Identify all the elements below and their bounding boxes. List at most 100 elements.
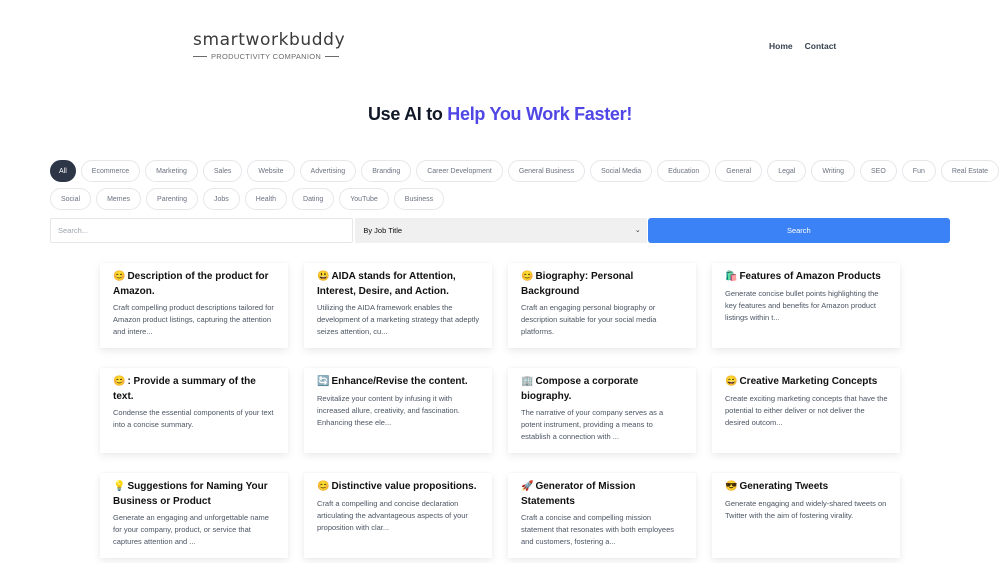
category-chip-social[interactable]: Social — [50, 188, 92, 210]
card-title: 🏢 Compose a corporate biography. — [521, 375, 684, 404]
filter-select-value: By Job Title — [363, 226, 403, 235]
category-row: All Ecommerce Marketing Sales Website Adverti… — [50, 160, 1000, 182]
card-description: Generate an engaging and unforgettable n… — [113, 513, 269, 546]
category-chip-career-development[interactable]: Career Development — [416, 160, 503, 182]
category-chip-advertising[interactable]: Advertising — [299, 160, 357, 182]
office-building-icon: 🏢 — [521, 376, 534, 387]
filter-select[interactable]: By Job Title ⌄ — [355, 218, 647, 243]
hero-accent: Help You Work Faster! — [447, 104, 633, 124]
smile-icon: 😊 — [521, 271, 534, 282]
card-title-text: Generator of Mission Statements — [521, 481, 636, 507]
card-title: 😊: Provide a summary of the text. — [113, 375, 276, 404]
card-description: Craft an engaging personal biography or … — [521, 303, 657, 336]
card-title-text: Compose a corporate biography. — [521, 376, 639, 402]
card-title: 😃 AIDA stands for Attention, Interest, De… — [317, 270, 480, 299]
card-description: Craft a concise and compelling mission s… — [521, 513, 675, 546]
category-chip-business[interactable]: Business — [393, 188, 445, 210]
card-title: 😎 Generating Tweets — [725, 480, 888, 495]
refresh-icon: 🔄 — [317, 376, 330, 387]
category-chip-general[interactable]: General — [715, 160, 763, 182]
prompt-card[interactable]: 🛍️ Features of Amazon Products Generate co… — [712, 263, 900, 348]
category-chip-jobs[interactable]: Jobs — [203, 188, 240, 210]
category-chip-parenting[interactable]: Parenting — [146, 188, 198, 210]
category-chip-seo[interactable]: SEO — [860, 160, 897, 182]
prompt-card[interactable]: 😊 Description of the product for Amazon. C… — [100, 263, 288, 348]
prompt-card-grid: 😊 Description of the product for Amazon. C… — [100, 263, 900, 558]
card-title: 😊 Description of the product for Amazon. — [113, 270, 276, 299]
category-chip-all[interactable]: All — [50, 160, 76, 182]
card-title-text: Description of the product for Amazon. — [113, 271, 269, 297]
card-title: 😊 Distinctive value propositions. — [317, 480, 480, 495]
grin-icon: 😃 — [317, 271, 330, 282]
category-chip-general-business[interactable]: General Business — [507, 160, 586, 182]
search-input[interactable] — [50, 218, 354, 243]
hero-prefix: Use AI to — [367, 104, 448, 124]
category-chip-website[interactable]: Website — [247, 160, 295, 182]
nav-contact-link[interactable]: Contact — [805, 41, 837, 51]
prompt-card[interactable]: 🚀 Generator of Mission Statements Craft a … — [508, 473, 696, 558]
chevron-down-icon: ⌄ — [634, 227, 641, 234]
category-chip-marketing[interactable]: Marketing — [145, 160, 198, 182]
prompt-card[interactable]: 😎 Generating Tweets Generate engaging and … — [712, 473, 900, 558]
card-title: 💡 Suggestions for Naming Your Business or… — [113, 480, 276, 509]
card-description: Generate engaging and widely-shared twee… — [725, 498, 887, 520]
card-title: 🚀 Generator of Mission Statements — [521, 480, 684, 509]
category-chip-sales[interactable]: Sales — [202, 160, 243, 182]
card-title-text: Suggestions for Naming Your Business or … — [113, 481, 268, 507]
prompt-card[interactable]: 😊 Distinctive value propositions. Craft a … — [304, 473, 492, 558]
prompt-card[interactable]: 🏢 Compose a corporate biography. The narra… — [508, 368, 696, 453]
category-chip-dating[interactable]: Dating — [292, 188, 335, 210]
prompt-card[interactable]: 😊: Provide a summary of the text. Condens… — [100, 368, 288, 453]
lightbulb-icon: 💡 — [113, 481, 126, 492]
tagline-divider — [325, 56, 340, 57]
tagline-divider — [193, 56, 207, 57]
prompt-card[interactable]: 💡 Suggestions for Naming Your Business or… — [100, 473, 288, 558]
category-chip-real-estate[interactable]: Real Estate — [940, 160, 1000, 182]
category-chip-writing[interactable]: Writing — [811, 160, 855, 182]
prompt-card[interactable]: 😃 AIDA stands for Attention, Interest, De… — [304, 263, 492, 348]
card-title-text: Biography: Personal Background — [521, 271, 634, 297]
prompt-card[interactable]: 😄 Creative Marketing Concepts Create excit… — [712, 368, 900, 453]
card-description: The narrative of your company serves as … — [521, 408, 664, 441]
card-description: Generate concise bullet points highlight… — [725, 288, 879, 322]
category-chip-memes[interactable]: Memes — [96, 188, 142, 210]
category-chip-education[interactable]: Education — [657, 160, 711, 182]
hero-heading: Use AI to Help You Work Faster! — [0, 104, 1000, 125]
category-filters: All Ecommerce Marketing Sales Website Adverti… — [50, 160, 1000, 216]
shopping-bags-icon: 🛍️ — [725, 271, 738, 282]
category-chip-youtube[interactable]: YouTube — [339, 188, 389, 210]
prompt-card[interactable]: 😊 Biography: Personal Background Craft an … — [508, 263, 696, 348]
logo-text: smartworkbuddy — [193, 30, 346, 50]
smile-icon: 😊 — [113, 271, 126, 282]
card-title: 😊 Biography: Personal Background — [521, 270, 684, 299]
card-title: 🛍️ Features of Amazon Products — [725, 270, 888, 285]
card-title-text: Distinctive value propositions. — [331, 481, 477, 492]
card-title-text: Enhance/Revise the content. — [331, 376, 468, 387]
main-nav: Home Contact — [769, 41, 836, 51]
search-button[interactable]: Search — [647, 218, 950, 243]
category-chip-legal[interactable]: Legal — [767, 160, 807, 182]
category-chip-fun[interactable]: Fun — [901, 160, 936, 182]
smile-icon: 😊 — [317, 481, 330, 492]
card-description: Condense the essential components of you… — [113, 408, 274, 429]
category-chip-branding[interactable]: Branding — [361, 160, 412, 182]
card-description: Utilizing the AIDA framework enables the… — [317, 303, 480, 336]
logo-tagline: PRODUCTIVITY COMPANION — [211, 52, 322, 61]
category-row: Social Memes Parenting Jobs Health Dating YouT… — [50, 188, 960, 210]
category-chip-health[interactable]: Health — [244, 188, 288, 210]
category-chip-ecommerce[interactable]: Ecommerce — [80, 160, 141, 182]
category-chip-social-media[interactable]: Social Media — [590, 160, 653, 182]
sunglasses-icon: 😎 — [725, 481, 738, 492]
card-title-text: Generating Tweets — [739, 481, 829, 492]
logo-tagline-row: PRODUCTIVITY COMPANION — [193, 52, 353, 61]
card-title: 😄 Creative Marketing Concepts — [725, 375, 888, 390]
smile-icon: 😊 — [113, 376, 126, 387]
rocket-icon: 🚀 — [521, 481, 534, 492]
logo[interactable]: smartworkbuddy PRODUCTIVITY COMPANION — [193, 30, 353, 61]
card-title-text: Creative Marketing Concepts — [739, 376, 878, 387]
nav-home-link[interactable]: Home — [769, 41, 793, 51]
card-title: 🔄 Enhance/Revise the content. — [317, 375, 480, 390]
card-title-text: Features of Amazon Products — [739, 271, 881, 282]
prompt-card[interactable]: 🔄 Enhance/Revise the content. Revitalize y… — [304, 368, 492, 453]
card-title-text: AIDA stands for Attention, Interest, Des… — [317, 271, 456, 297]
